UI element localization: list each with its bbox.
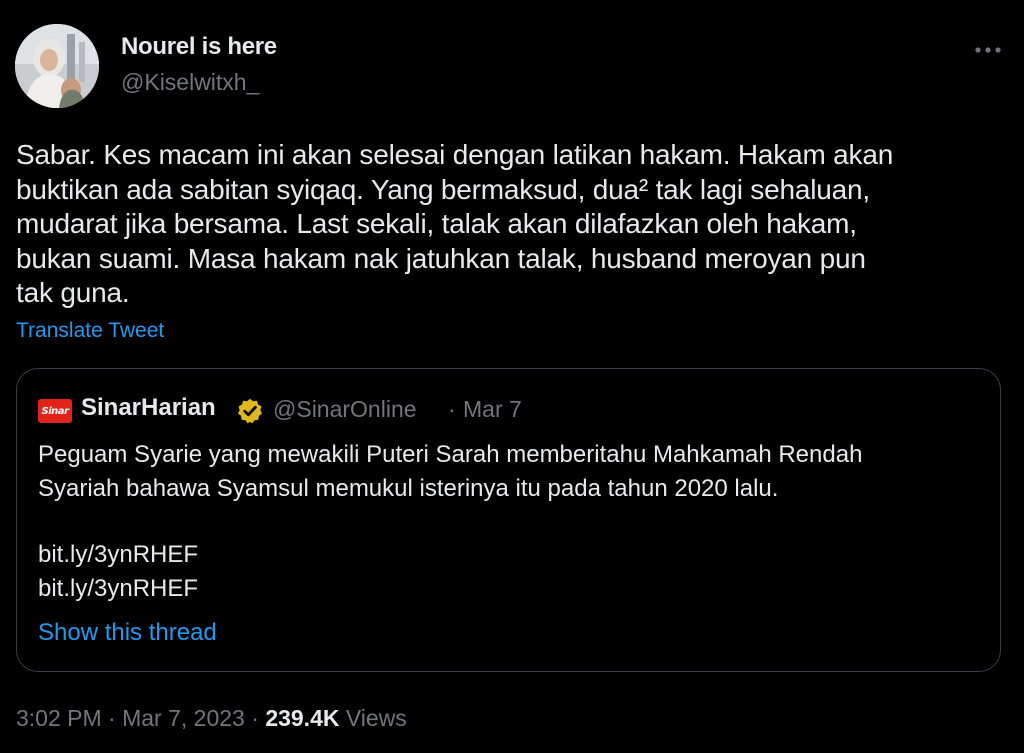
quoted-tweet[interactable]: Sinar SinarHarian @SinarOnline · Mar 7 P… bbox=[16, 368, 1001, 672]
avatar[interactable] bbox=[15, 24, 99, 108]
separator-dot: · bbox=[108, 705, 116, 731]
verified-badge-icon bbox=[237, 398, 263, 424]
views-label: Views bbox=[345, 705, 407, 731]
quoted-author-name[interactable]: SinarHarian bbox=[81, 394, 216, 422]
views-count[interactable]: 239.4K bbox=[265, 705, 339, 731]
separator-dot: · bbox=[251, 705, 259, 731]
quoted-tweet-text: Peguam Syarie yang mewakili Puteri Sarah… bbox=[38, 441, 863, 502]
show-thread-link[interactable]: Show this thread bbox=[38, 619, 217, 647]
tweet-date[interactable]: Mar 7, 2023 bbox=[122, 705, 245, 731]
quoted-tweet-link[interactable]: bit.ly/3ynRHEF bbox=[38, 541, 198, 569]
tweet-text: Sabar. Kes macam ini akan selesai dengan… bbox=[16, 139, 894, 308]
author-display-name[interactable]: Nourel is here bbox=[121, 33, 277, 61]
quoted-author-handle[interactable]: @SinarOnline bbox=[273, 396, 417, 423]
author-handle[interactable]: @Kiselwitxh_ bbox=[121, 69, 259, 96]
tweet-meta: 3:02 PM · Mar 7, 2023 · 239.4K Views bbox=[16, 705, 407, 732]
tweet-card: Nourel is here @Kiselwitxh_ Sabar. Kes m… bbox=[0, 0, 1024, 753]
sinarharian-logo-icon: Sinar bbox=[38, 399, 72, 423]
logo-text: Sinar bbox=[41, 405, 69, 417]
quoted-tweet-date[interactable]: Mar 7 bbox=[463, 396, 522, 423]
avatar-image bbox=[15, 24, 99, 108]
more-horizontal-icon bbox=[975, 47, 1001, 53]
translate-tweet-link[interactable]: Translate Tweet bbox=[16, 319, 164, 343]
more-options-button[interactable] bbox=[972, 40, 1004, 60]
tweet-time[interactable]: 3:02 PM bbox=[16, 705, 102, 731]
quoted-tweet-link[interactable]: bit.ly/3ynRHEF bbox=[38, 575, 198, 603]
separator-dot: · bbox=[448, 396, 456, 422]
